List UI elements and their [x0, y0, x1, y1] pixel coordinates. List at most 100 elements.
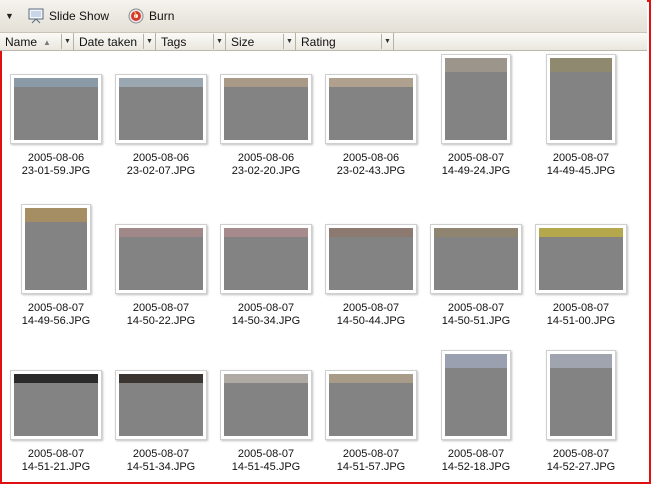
file-name-line2: 14-51-57.JPG — [336, 461, 406, 473]
thumbnail-image — [115, 74, 207, 144]
thumbnail-image — [325, 74, 417, 144]
file-name: 2005-08-07 14-52-18.JPG — [416, 448, 536, 474]
file-name-line2: 14-52-27.JPG — [546, 461, 616, 473]
slideshow-button[interactable]: Slide Show — [21, 4, 115, 28]
burn-button[interactable]: Burn — [121, 4, 180, 28]
file-name-line2: 14-50-51.JPG — [441, 315, 511, 327]
column-size-label: Size — [231, 35, 255, 49]
file-name-line1: 2005-08-07 — [27, 448, 85, 460]
file-name-line1: 2005-08-07 — [552, 302, 610, 314]
file-thumbnail[interactable]: 2005-08-07 14-51-00.JPG — [531, 202, 631, 332]
thumbnail-image — [535, 224, 627, 294]
file-thumbnail[interactable]: 2005-08-07 14-51-21.JPG — [6, 348, 106, 478]
thumbnail-image — [546, 54, 616, 144]
column-tags-label: Tags — [161, 35, 187, 49]
thumbnail-image — [10, 370, 102, 440]
file-thumbnail[interactable]: 2005-08-07 14-50-51.JPG — [426, 202, 526, 332]
column-date-dropdown[interactable]: ▼ — [143, 34, 155, 49]
file-name-line1: 2005-08-07 — [132, 302, 190, 314]
column-name-dropdown[interactable]: ▼ — [61, 34, 73, 49]
file-name-line2: 14-50-22.JPG — [126, 315, 196, 327]
column-headers: Name ▲ ▼ Date taken ▼ Tags ▼ Size ▼ Rati… — [0, 33, 647, 51]
file-thumbnail[interactable]: 2005-08-06 23-02-20.JPG — [216, 52, 316, 182]
file-name: 2005-08-07 14-50-34.JPG — [206, 302, 326, 328]
column-header-size[interactable]: Size ▼ — [226, 33, 296, 51]
file-name-line1: 2005-08-07 — [447, 302, 505, 314]
file-name-line1: 2005-08-07 — [552, 448, 610, 460]
file-name-line2: 14-52-18.JPG — [441, 461, 511, 473]
file-name-line1: 2005-08-06 — [132, 152, 190, 164]
thumbnail-image — [115, 224, 207, 294]
file-name: 2005-08-06 23-02-07.JPG — [101, 152, 221, 178]
column-header-name[interactable]: Name ▲ ▼ — [0, 33, 74, 51]
file-thumbnail[interactable]: 2005-08-07 14-49-56.JPG — [6, 202, 106, 332]
file-name: 2005-08-07 14-49-24.JPG — [416, 152, 536, 178]
thumbnail-image — [325, 370, 417, 440]
file-name: 2005-08-07 14-51-45.JPG — [206, 448, 326, 474]
file-thumbnail[interactable]: 2005-08-07 14-50-22.JPG — [111, 202, 211, 332]
file-name-line2: 14-49-45.JPG — [546, 165, 616, 177]
thumbnail-image — [220, 370, 312, 440]
file-name-line1: 2005-08-07 — [447, 448, 505, 460]
file-thumbnail[interactable]: 2005-08-07 14-51-45.JPG — [216, 348, 316, 478]
file-name-line1: 2005-08-07 — [342, 448, 400, 460]
burn-disc-icon — [127, 8, 145, 24]
file-name-line1: 2005-08-06 — [237, 152, 295, 164]
thumbnail-image — [430, 224, 522, 294]
column-header-date-taken[interactable]: Date taken ▼ — [74, 33, 156, 51]
file-name-line2: 14-50-44.JPG — [336, 315, 406, 327]
column-header-rating[interactable]: Rating ▼ — [296, 33, 394, 51]
file-name: 2005-08-07 14-49-45.JPG — [521, 152, 641, 178]
file-name: 2005-08-07 14-50-22.JPG — [101, 302, 221, 328]
thumbnail-image — [21, 204, 91, 294]
file-name-line2: 14-51-34.JPG — [126, 461, 196, 473]
file-thumbnail[interactable]: 2005-08-06 23-02-07.JPG — [111, 52, 211, 182]
column-rating-dropdown[interactable]: ▼ — [381, 34, 393, 49]
file-name-line1: 2005-08-07 — [552, 152, 610, 164]
organize-dropdown-arrow[interactable]: ▼ — [5, 11, 15, 21]
file-thumbnail[interactable]: 2005-08-06 23-01-59.JPG — [6, 52, 106, 182]
file-name: 2005-08-07 14-51-21.JPG — [0, 448, 116, 474]
column-date-label: Date taken — [79, 35, 138, 49]
file-name-line2: 23-02-43.JPG — [336, 165, 406, 177]
file-name: 2005-08-07 14-49-56.JPG — [0, 302, 116, 328]
column-size-dropdown[interactable]: ▼ — [283, 34, 295, 49]
file-thumbnail[interactable]: 2005-08-07 14-50-34.JPG — [216, 202, 316, 332]
file-name-line1: 2005-08-07 — [27, 302, 85, 314]
file-name-line2: 14-49-24.JPG — [441, 165, 511, 177]
file-thumbnail[interactable]: 2005-08-07 14-52-27.JPG — [531, 348, 631, 478]
file-thumbnail[interactable]: 2005-08-07 14-51-57.JPG — [321, 348, 421, 478]
file-name-line1: 2005-08-07 — [237, 448, 295, 460]
file-name: 2005-08-07 14-52-27.JPG — [521, 448, 641, 474]
file-name: 2005-08-07 14-51-00.JPG — [521, 302, 641, 328]
file-name-line1: 2005-08-07 — [237, 302, 295, 314]
file-name: 2005-08-06 23-02-20.JPG — [206, 152, 326, 178]
column-rating-label: Rating — [301, 35, 336, 49]
file-thumbnail[interactable]: 2005-08-07 14-51-34.JPG — [111, 348, 211, 478]
file-thumbnail[interactable]: 2005-08-06 23-02-43.JPG — [321, 52, 421, 182]
file-name: 2005-08-06 23-02-43.JPG — [311, 152, 431, 178]
file-name-line1: 2005-08-07 — [132, 448, 190, 460]
projector-screen-icon — [27, 8, 45, 24]
column-tags-dropdown[interactable]: ▼ — [213, 34, 225, 49]
burn-label: Burn — [149, 9, 175, 23]
file-name: 2005-08-07 14-50-44.JPG — [311, 302, 431, 328]
file-thumbnail[interactable]: 2005-08-07 14-49-24.JPG — [426, 52, 526, 182]
file-name-line2: 14-51-00.JPG — [546, 315, 616, 327]
column-header-tags[interactable]: Tags ▼ — [156, 33, 226, 51]
file-name-line1: 2005-08-07 — [342, 302, 400, 314]
file-name: 2005-08-07 14-51-57.JPG — [311, 448, 431, 474]
file-name-line1: 2005-08-07 — [447, 152, 505, 164]
file-thumbnail[interactable]: 2005-08-07 14-52-18.JPG — [426, 348, 526, 478]
thumbnail-image — [441, 54, 511, 144]
file-thumbnail[interactable]: 2005-08-07 14-49-45.JPG — [531, 52, 631, 182]
file-name-line2: 14-51-21.JPG — [21, 461, 91, 473]
file-thumbnail[interactable]: 2005-08-07 14-50-44.JPG — [321, 202, 421, 332]
file-name: 2005-08-06 23-01-59.JPG — [0, 152, 116, 178]
toolbar: ▼ Slide Show Burn — [0, 0, 647, 33]
file-name-line2: 23-02-20.JPG — [231, 165, 301, 177]
file-name-line2: 14-49-56.JPG — [21, 315, 91, 327]
file-name: 2005-08-07 14-51-34.JPG — [101, 448, 221, 474]
column-name-label: Name — [5, 35, 38, 49]
file-name-line2: 23-01-59.JPG — [21, 165, 91, 177]
